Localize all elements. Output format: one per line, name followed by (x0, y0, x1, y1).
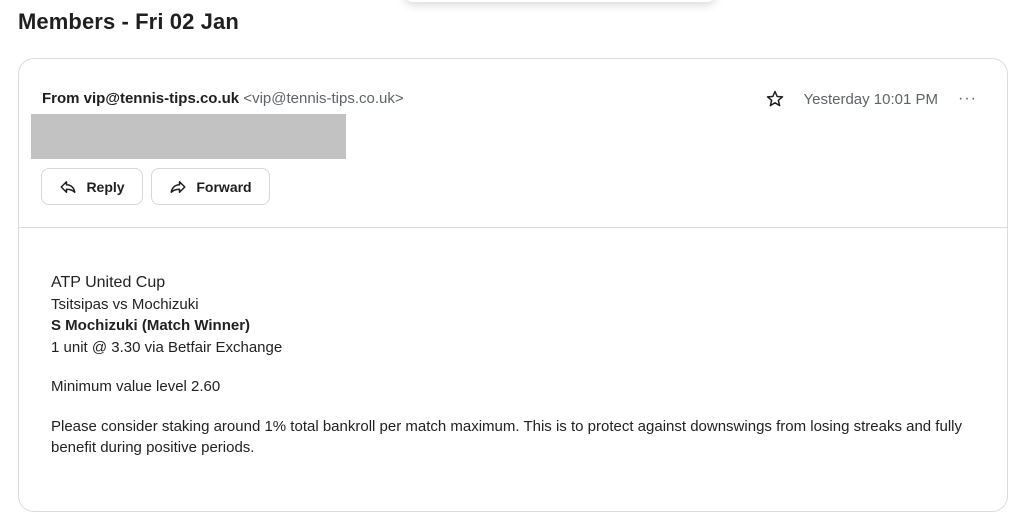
email-body: ATP United Cup Tsitsipas vs Mochizuki S … (51, 272, 991, 459)
body-line: ATP United Cup (51, 274, 166, 291)
body-line: S Mochizuki (Match Winner) (51, 317, 251, 334)
forward-icon (170, 180, 186, 193)
redacted-recipient (31, 114, 346, 159)
sender-name: From vip@tennis-tips.co.uk (42, 90, 240, 107)
reply-icon (60, 180, 76, 193)
email-card: From vip@tennis-tips.co.uk <vip@tennis-t… (18, 58, 1008, 512)
email-timestamp: Yesterday 10:01 PM (803, 90, 939, 108)
email-header: From vip@tennis-tips.co.uk <vip@tennis-t… (19, 59, 1007, 228)
top-overlay-shadow (405, 0, 715, 2)
sender-line: From vip@tennis-tips.co.uk <vip@tennis-t… (42, 90, 404, 107)
body-line: Tsitsipas vs Mochizuki (51, 295, 199, 313)
email-meta: Yesterday 10:01 PM ··· (765, 89, 977, 109)
forward-label: Forward (196, 178, 252, 195)
body-line: Please consider staking around 1% total … (51, 417, 962, 457)
star-icon[interactable] (765, 89, 785, 109)
sender-address: <vip@tennis-tips.co.uk> (243, 90, 404, 107)
reply-label: Reply (86, 178, 125, 195)
reply-button[interactable]: Reply (41, 168, 143, 205)
body-line: 1 unit @ 3.30 via Betfair Exchange (51, 338, 283, 356)
forward-button[interactable]: Forward (151, 168, 270, 205)
page-title: Members - Fri 02 Jan (18, 9, 239, 34)
more-icon[interactable]: ··· (958, 90, 977, 108)
body-line: Minimum value level 2.60 (51, 378, 221, 395)
